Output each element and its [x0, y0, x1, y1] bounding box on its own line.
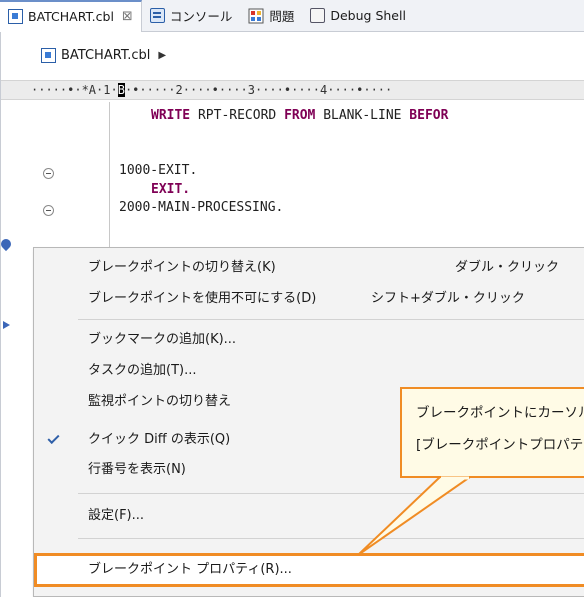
- callout-text-line-1: ブレークポイントにカーソルを合: [416, 405, 584, 421]
- menu-item-label: タスクの追加(T)...: [88, 363, 197, 378]
- menu-item-label: ブレークポイントの切り替え(K): [88, 260, 276, 275]
- callout-text-line-2: [ブレークポイントプロパティ(R): [416, 437, 584, 453]
- tab-console-label: コンソール: [169, 9, 233, 24]
- code-text: 2000-MAIN-PROCESSING.: [119, 200, 284, 215]
- ruler-prefix: ·····•·*A·1·: [31, 83, 118, 97]
- keyword: BEFOR: [409, 108, 449, 123]
- menu-item-label: ブレークポイントを使用不可にする(D): [88, 291, 317, 306]
- fold-collapse-icon[interactable]: [43, 205, 54, 216]
- code-text: BLANK-LINE: [315, 108, 410, 123]
- menu-separator: [78, 319, 584, 320]
- code-text: RPT-RECORD: [190, 108, 285, 123]
- menu-item-disable-breakpoint[interactable]: ブレークポイントを使用不可にする(D) シフト+ダブル・クリック: [34, 285, 584, 313]
- keyword: WRITE: [151, 108, 191, 123]
- menu-item-shortcut: シフト+ダブル・クリック: [371, 291, 525, 306]
- close-icon[interactable]: ⊠: [122, 9, 133, 24]
- keyword: FROM: [284, 108, 316, 123]
- code-text: 1000-EXIT.: [119, 163, 198, 178]
- menu-separator: [78, 493, 584, 494]
- cobol-file-icon: [8, 9, 23, 24]
- menu-item-breakpoint-properties[interactable]: ブレークポイント プロパティ(R)...: [34, 553, 584, 587]
- menu-separator: [78, 538, 584, 539]
- debug-shell-icon: [310, 8, 326, 23]
- menu-item-shortcut: ダブル・クリック: [455, 260, 560, 275]
- menu-item-label: 監視ポイントの切り替え: [88, 394, 232, 409]
- column-ruler: ·····•·*A·1·B·•·····2····•····3····•····…: [1, 80, 584, 100]
- menu-item-label: ブックマークの追加(K)...: [88, 332, 237, 347]
- bookmark-arrow-icon[interactable]: [3, 321, 10, 329]
- chevron-right-icon: ▶: [158, 50, 167, 61]
- checkmark-icon: [47, 431, 60, 445]
- tab-problems[interactable]: 問題: [240, 0, 302, 32]
- console-icon: [149, 8, 165, 23]
- tab-console[interactable]: コンソール: [142, 0, 241, 32]
- tab-problems-label: 問題: [269, 9, 295, 24]
- tab-debug-shell[interactable]: Debug Shell: [302, 0, 414, 32]
- tab-debug-shell-label: Debug Shell: [330, 8, 406, 23]
- menu-item-add-bookmark[interactable]: ブックマークの追加(K)...: [34, 326, 584, 354]
- fold-collapse-icon[interactable]: [43, 168, 54, 179]
- menu-item-preferences[interactable]: 設定(F)...: [34, 502, 584, 530]
- menu-item-add-task[interactable]: タスクの追加(T)...: [34, 357, 584, 385]
- menu-item-toggle-breakpoint[interactable]: ブレークポイントの切り替え(K) ダブル・クリック: [34, 254, 584, 282]
- tab-batchart[interactable]: BATCHART.cbl ⊠: [0, 0, 142, 32]
- tab-batchart-label: BATCHART.cbl: [28, 9, 114, 24]
- code-line[interactable]: 1000-EXIT.: [119, 163, 197, 178]
- editor-tab-bar: BATCHART.cbl ⊠ コンソール 問題 Debug Shell: [0, 0, 584, 32]
- menu-item-label: ブレークポイント プロパティ(R)...: [88, 562, 292, 577]
- code-line[interactable]: WRITE RPT-RECORD FROM BLANK-LINE BEFOR: [151, 108, 448, 123]
- cobol-file-icon: [41, 48, 56, 63]
- breadcrumb-label: BATCHART.cbl: [61, 48, 151, 63]
- menu-item-label: クイック Diff の表示(Q): [88, 432, 231, 447]
- menu-item-label: 設定(F)...: [88, 508, 145, 523]
- callout-box: ブレークポイントにカーソルを合 [ブレークポイントプロパティ(R): [400, 387, 584, 478]
- ruler-cursor: B: [117, 83, 125, 97]
- code-line[interactable]: 2000-MAIN-PROCESSING.: [119, 200, 283, 215]
- code-line[interactable]: EXIT.: [151, 182, 190, 197]
- ruler-suffix: ·•·····2····•····3····•····4····•····: [124, 83, 393, 97]
- menu-item-label: 行番号を表示(N): [88, 462, 186, 477]
- keyword: EXIT.: [151, 182, 191, 197]
- problems-icon: [248, 8, 264, 23]
- breadcrumb[interactable]: BATCHART.cbl ▶: [41, 48, 166, 63]
